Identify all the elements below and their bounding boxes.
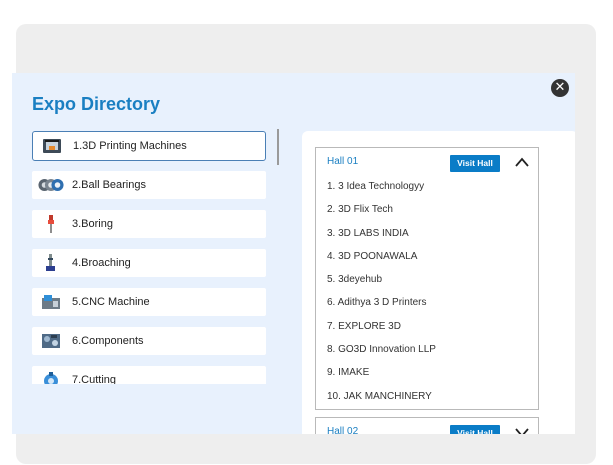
category-item-broaching[interactable]: 4.Broaching — [32, 249, 266, 277]
boring-tool-icon — [38, 215, 64, 233]
halls-panel: Hall 01 Visit Hall 1. 3 Idea Technologyy… — [302, 131, 575, 434]
category-label: 1.3D Printing Machines — [73, 140, 187, 152]
broaching-tool-icon — [38, 254, 64, 271]
category-label: 6.Components — [72, 335, 144, 347]
hall-card: Hall 01 Visit Hall 1. 3 Idea Technologyy… — [315, 147, 539, 410]
category-item-3d-printing[interactable]: 1.3D Printing Machines — [32, 131, 266, 161]
category-list[interactable]: 1.3D Printing Machines 2.Ball Bearings 3… — [32, 131, 266, 384]
hall-header: Hall 01 Visit Hall — [316, 148, 538, 176]
exhibitor-item[interactable]: 8. GO3D Innovation LLP — [316, 339, 538, 362]
category-item-cnc-machine[interactable]: 5.CNC Machine — [32, 288, 266, 316]
category-label: 4.Broaching — [72, 257, 131, 269]
category-item-components[interactable]: 6.Components — [32, 327, 266, 355]
cutting-icon — [38, 372, 64, 384]
category-item-ball-bearings[interactable]: 2.Ball Bearings — [32, 171, 266, 199]
exhibitor-item[interactable]: 4. 3D POONAWALA — [316, 246, 538, 269]
cnc-machine-icon — [38, 294, 64, 310]
category-item-cutting[interactable]: 7.Cutting — [32, 366, 266, 384]
visit-hall-button[interactable]: Visit Hall — [450, 155, 500, 172]
category-label: 5.CNC Machine — [72, 296, 150, 308]
page-title: Expo Directory — [32, 94, 161, 114]
category-label: 3.Boring — [72, 218, 113, 230]
exhibitor-item[interactable]: 10. JAK MANCHINERY — [316, 386, 538, 409]
3d-printer-icon — [39, 138, 65, 154]
category-label: 2.Ball Bearings — [72, 179, 146, 191]
components-icon — [38, 333, 64, 349]
exhibitor-list: 1. 3 Idea Technologyy 2. 3D Flix Tech 3.… — [316, 176, 538, 409]
expo-directory-modal: Expo Directory 1.3D Printing Machines 2.… — [12, 73, 575, 434]
hall-card: Hall 02 Visit Hall — [315, 417, 539, 434]
ball-bearing-icon — [38, 177, 64, 193]
hall-header: Hall 02 Visit Hall — [316, 418, 538, 434]
close-icon[interactable]: ✕ — [551, 79, 569, 97]
exhibitor-item[interactable]: 9. IMAKE — [316, 362, 538, 385]
chevron-down-icon[interactable] — [515, 427, 529, 434]
exhibitor-item[interactable]: 7. EXPLORE 3D — [316, 316, 538, 339]
hall-title: Hall 02 — [327, 426, 359, 434]
category-scrollbar[interactable] — [277, 129, 279, 165]
chevron-up-icon[interactable] — [515, 157, 529, 167]
hall-title: Hall 01 — [327, 156, 359, 167]
exhibitor-item[interactable]: 1. 3 Idea Technologyy — [316, 176, 538, 199]
category-label: 7.Cutting — [72, 374, 117, 384]
exhibitor-item[interactable]: 6. Adithya 3 D Printers — [316, 292, 538, 315]
category-item-boring[interactable]: 3.Boring — [32, 210, 266, 238]
exhibitor-item[interactable]: 2. 3D Flix Tech — [316, 199, 538, 222]
visit-hall-button[interactable]: Visit Hall — [450, 425, 500, 434]
exhibitor-item[interactable]: 3. 3D LABS INDIA — [316, 223, 538, 246]
exhibitor-item[interactable]: 5. 3deyehub — [316, 269, 538, 292]
